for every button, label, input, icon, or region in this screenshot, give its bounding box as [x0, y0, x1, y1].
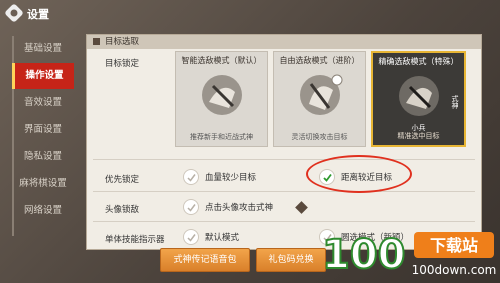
option-label: 点击头像攻击式神: [205, 203, 274, 213]
check-icon: [183, 229, 199, 245]
divider: [93, 159, 475, 160]
sidebar-item-mahjong[interactable]: 麻将棋设置: [12, 171, 74, 197]
option-avatar-attack[interactable]: 点击头像攻击式神: [183, 198, 273, 216]
svg-text:100: 100: [322, 232, 406, 278]
character-art-icon: [202, 75, 242, 115]
divider: [93, 221, 475, 222]
svg-text:下载站: 下载站: [430, 236, 478, 255]
mode-card-title: 自由选敌模式（进阶）: [279, 56, 360, 65]
sidebar-item-network[interactable]: 网络设置: [12, 198, 74, 224]
mode-card-desc: 推荐新手和近战式神: [190, 133, 253, 141]
sidebar-item-controls[interactable]: 操作设置: [12, 63, 74, 89]
mode-card-desc: 灵活切换攻击目标: [291, 133, 348, 141]
option-low-hp[interactable]: 血量较少目标: [183, 168, 256, 186]
mode-card-title: 智能选敌模式（默认）: [181, 56, 262, 65]
sidebar-item-basic[interactable]: 基础设置: [12, 36, 74, 62]
option-default-mode[interactable]: 默认模式: [183, 228, 239, 246]
option-label: 血量较少目标: [205, 173, 257, 183]
mode-card-smart[interactable]: 智能选敌模式（默认） 推荐新手和近战式神: [175, 51, 268, 147]
sidebar-item-privacy[interactable]: 隐私设置: [12, 144, 74, 170]
gift-code-button[interactable]: 礼包码兑换: [256, 248, 326, 272]
page-title: 设置: [27, 8, 49, 21]
avatar-lock-label: 头像锁敌: [105, 205, 140, 215]
mode-card-title: 精确选敌模式（特殊）: [378, 57, 459, 66]
settings-panel: 目标选取 目标锁定 智能选敌模式（默认） 推荐新手和近战式神 自由选敌模式（进阶…: [86, 34, 482, 250]
section-marker-icon: [93, 38, 100, 45]
tag-shikigami: 式神: [451, 95, 459, 109]
svg-text:100down.com: 100down.com: [412, 263, 497, 277]
watermark-logo: 100 下载站 100down.com: [321, 231, 497, 279]
sidebar: 基础设置 操作设置 音效设置 界面设置 隐私设置 麻将棋设置 网络设置: [12, 36, 74, 225]
single-indicator-label: 单体技能指示器: [105, 235, 165, 245]
voice-pack-button[interactable]: 式神传记语音包: [160, 248, 250, 272]
divider: [93, 191, 475, 192]
annotation-ellipse: [306, 155, 412, 193]
mode-card-precise[interactable]: 精确选敌模式（特殊） 式神 小兵 精准选中目标: [371, 51, 466, 147]
check-icon: [183, 199, 199, 215]
character-art-icon: [399, 76, 439, 116]
section-title: 目标选取: [105, 37, 140, 47]
check-icon: [183, 169, 199, 185]
target-lock-label: 目标锁定: [105, 59, 140, 69]
gear-icon[interactable]: [5, 4, 23, 22]
character-art-icon: [300, 74, 343, 115]
priority-lock-label: 优先锁定: [105, 175, 140, 185]
mode-card-free[interactable]: 自由选敌模式（进阶） 灵活切换攻击目标: [273, 51, 366, 147]
sidebar-item-audio[interactable]: 音效设置: [12, 90, 74, 116]
help-icon[interactable]: [295, 201, 308, 214]
section-header: 目标选取: [87, 35, 481, 49]
mode-card-desc: 精准选中目标: [397, 132, 440, 140]
option-label: 默认模式: [205, 233, 240, 243]
sidebar-item-interface[interactable]: 界面设置: [12, 117, 74, 143]
